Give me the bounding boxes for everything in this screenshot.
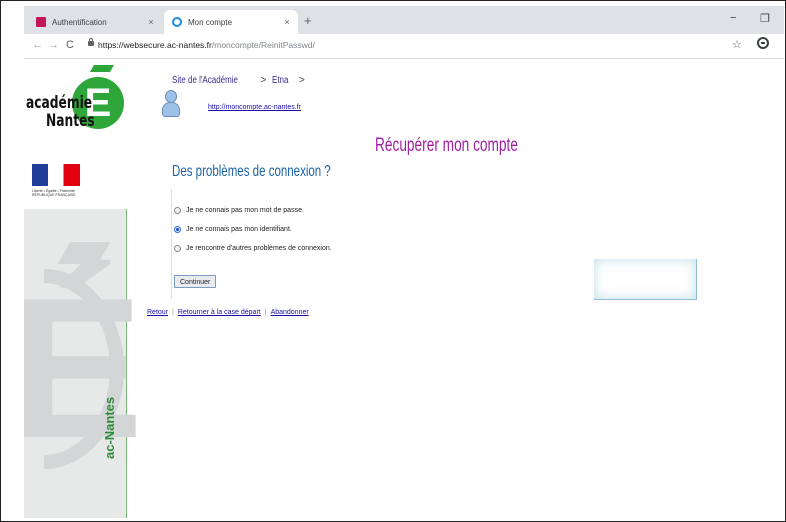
logo-academie-text: académie bbox=[26, 93, 93, 113]
forward-button[interactable]: → bbox=[48, 39, 59, 51]
breadcrumb-etna-link[interactable]: Etna bbox=[272, 75, 288, 86]
close-icon[interactable]: × bbox=[144, 17, 158, 27]
back-button[interactable]: ← bbox=[32, 39, 43, 51]
option-label: Je ne connais pas mon identifiant. bbox=[186, 226, 292, 233]
breadcrumb-separator: > bbox=[260, 75, 267, 86]
option-other[interactable]: Je rencontre d'autres problèmes de conne… bbox=[174, 245, 332, 252]
logo-accent bbox=[89, 65, 115, 72]
breadcrumb: Site de l'Académie > Etna > bbox=[172, 75, 311, 86]
tab-title: Authentification bbox=[52, 17, 107, 27]
sidebar-vertical-text: ac-Nantes bbox=[102, 396, 117, 459]
account-circle-icon[interactable] bbox=[757, 37, 769, 49]
tab-mon-compte[interactable]: Mon compte × bbox=[164, 10, 298, 34]
user-avatar-icon bbox=[162, 90, 180, 118]
option-label: Je ne connais pas mon mot de passe. bbox=[186, 207, 304, 214]
marianne-logo bbox=[32, 164, 80, 186]
radio-identifier[interactable] bbox=[174, 226, 181, 233]
address-bar[interactable]: https://websecure.ac-nantes.fr/moncompte… bbox=[98, 40, 315, 50]
page-title: Récupérer mon compte bbox=[375, 135, 518, 156]
watermark-e: É bbox=[24, 257, 144, 480]
avatar-body bbox=[162, 102, 180, 117]
tab-favicon-icon bbox=[36, 17, 46, 27]
maximize-button[interactable]: ❐ bbox=[760, 12, 770, 25]
panel-border bbox=[594, 259, 697, 300]
avatar-head bbox=[165, 90, 177, 103]
tab-authentification[interactable]: Authentification × bbox=[28, 10, 162, 34]
radio-password[interactable] bbox=[174, 207, 181, 214]
option-identifier[interactable]: Je ne connais pas mon identifiant. bbox=[174, 226, 292, 233]
logo-nantes-text: Nantes bbox=[46, 111, 95, 131]
tab-favicon-icon bbox=[172, 17, 182, 27]
url-path: /moncompte/ReinitPasswd/ bbox=[211, 40, 315, 50]
marianne-caption: Liberté • Égalité • Fraternité RÉPUBLIQU… bbox=[32, 189, 76, 197]
link-separator: | bbox=[172, 309, 174, 316]
page-content: É ac-Nantes E académie Nantes Liberté • … bbox=[24, 59, 784, 518]
restart-link[interactable]: Retourner à la case départ bbox=[178, 309, 261, 316]
abandon-link[interactable]: Abandonner bbox=[271, 309, 309, 316]
tab-strip: Authentification × Mon compte × + − ❐ bbox=[24, 6, 784, 34]
option-password[interactable]: Je ne connais pas mon mot de passe. bbox=[174, 207, 304, 214]
moncompte-link[interactable]: http://moncompte.ac-nantes.fr bbox=[208, 104, 301, 111]
new-tab-button[interactable]: + bbox=[304, 14, 312, 28]
url-host: https://websecure.ac-nantes.fr bbox=[98, 40, 212, 50]
continue-button[interactable]: Continuer bbox=[174, 275, 217, 288]
section-title: Des problèmes de connexion ? bbox=[172, 163, 331, 180]
reload-button[interactable]: C bbox=[66, 39, 74, 51]
radio-other[interactable] bbox=[174, 245, 181, 252]
back-link[interactable]: Retour bbox=[147, 309, 168, 316]
star-icon[interactable]: ☆ bbox=[732, 38, 742, 51]
breadcrumb-site-link[interactable]: Site de l'Académie bbox=[172, 75, 238, 86]
minimize-button[interactable]: − bbox=[730, 12, 736, 24]
link-separator: | bbox=[264, 309, 267, 316]
lock-icon[interactable] bbox=[88, 38, 94, 46]
breadcrumb-separator: > bbox=[298, 75, 305, 86]
tab-title: Mon compte bbox=[188, 17, 233, 27]
browser-window: Authentification × Mon compte × + − ❐ ← … bbox=[24, 6, 784, 518]
footer-links: Retour | Retourner à la case départ | Abando… bbox=[147, 309, 309, 316]
close-icon[interactable]: × bbox=[280, 17, 294, 27]
address-toolbar: ← → C https://websecure.ac-nantes.fr/mon… bbox=[24, 34, 784, 59]
option-label: Je rencontre d'autres problèmes de conne… bbox=[186, 245, 332, 252]
